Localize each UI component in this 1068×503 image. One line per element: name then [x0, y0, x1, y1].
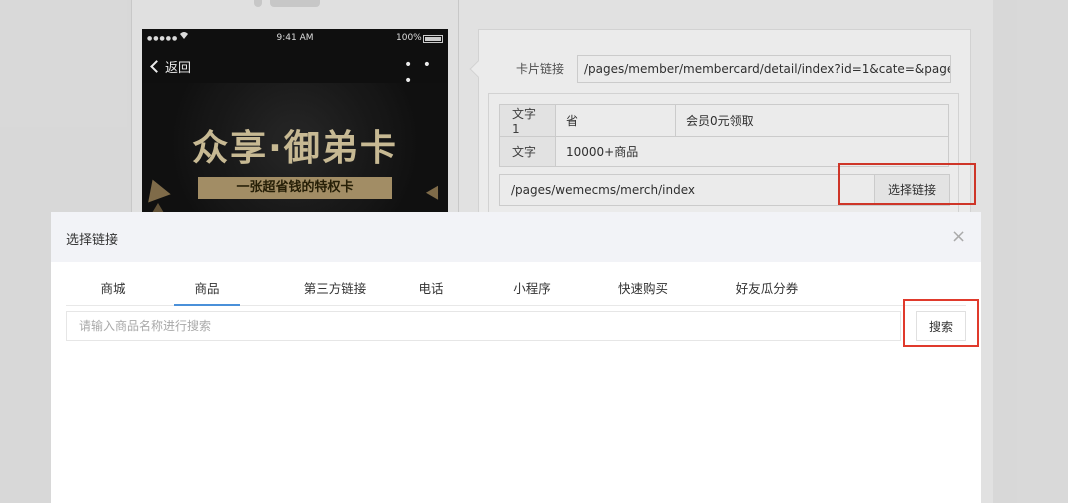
tab-mini-program[interactable]: 小程序: [502, 276, 562, 305]
tab-mall[interactable]: 商城: [86, 276, 140, 305]
tab-third-party-link[interactable]: 第三方链接: [280, 276, 390, 305]
tab-quick-buy[interactable]: 快速购买: [608, 276, 678, 305]
tab-phone[interactable]: 电话: [408, 276, 454, 305]
tab-friend-coupon[interactable]: 好友瓜分券: [725, 276, 809, 305]
modal-header: 选择链接 ×: [51, 212, 981, 262]
select-link-modal: 选择链接 × 商城 商品 第三方链接 电话 小程序 快速购买 好友瓜分券 搜索: [51, 212, 981, 503]
highlight-box-search: [903, 299, 979, 347]
modal-title: 选择链接: [66, 233, 119, 248]
goods-search-input[interactable]: [66, 311, 901, 341]
link-type-tabs: 商城 商品 第三方链接 电话 小程序 快速购买 好友瓜分券: [66, 276, 966, 306]
tab-goods[interactable]: 商品: [174, 276, 240, 306]
close-icon[interactable]: ×: [951, 227, 966, 247]
